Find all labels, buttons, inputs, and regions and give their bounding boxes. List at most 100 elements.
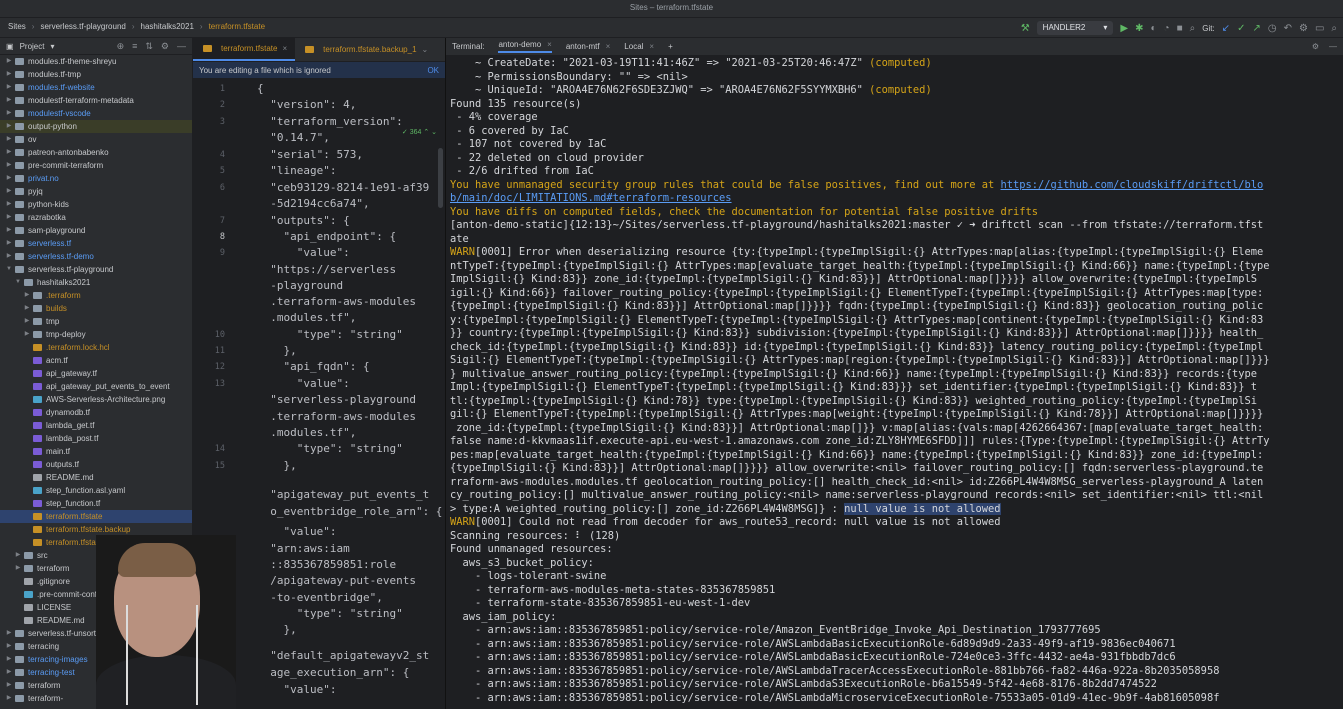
chevron-right-icon[interactable]: ▶ xyxy=(23,302,31,315)
chevron-right-icon[interactable]: ▶ xyxy=(5,159,13,172)
project-tree-item[interactable]: ▶ razrabotka xyxy=(0,211,192,224)
rollback-icon[interactable]: ↶ xyxy=(1284,22,1292,35)
chevron-right-icon[interactable]: ▶ xyxy=(5,120,13,133)
breadcrumb-item[interactable]: hashitalks2021 xyxy=(141,22,194,31)
project-tree-item[interactable]: ▼ hashitalks2021 xyxy=(0,276,192,289)
chevron-right-icon[interactable]: ▶ xyxy=(5,146,13,159)
git-push-icon[interactable]: ↗ xyxy=(1252,22,1260,35)
debug-icon[interactable]: ✱ xyxy=(1135,22,1143,35)
profile-icon[interactable]: ◔ xyxy=(1164,22,1170,35)
close-icon[interactable]: × xyxy=(282,44,287,53)
chevron-right-icon[interactable]: ▶ xyxy=(5,640,13,653)
chevron-down-icon[interactable]: ⌄ xyxy=(422,45,429,54)
project-tree-item[interactable]: ▶ pyjq xyxy=(0,185,192,198)
project-tree-item[interactable]: ▶ output-python xyxy=(0,120,192,133)
project-tree-item[interactable]: main.tf xyxy=(0,445,192,458)
chevron-right-icon[interactable]: ▶ xyxy=(23,289,31,302)
terminal-output[interactable]: ~ CreateDate: "2021-03-19T11:41:46Z" => … xyxy=(450,57,1340,705)
project-tree-item[interactable]: dynamodb.tf xyxy=(0,406,192,419)
chevron-right-icon[interactable]: ▶ xyxy=(5,224,13,237)
project-tree-item[interactable]: ▶ serverless.tf-demo xyxy=(0,250,192,263)
stop-icon[interactable]: ■ xyxy=(1177,22,1183,35)
breadcrumb-item[interactable]: Sites xyxy=(8,22,26,31)
project-tree-item[interactable]: ▶ pre-commit-terraform xyxy=(0,159,192,172)
project-tree-item[interactable]: ▶ python-kids xyxy=(0,198,192,211)
coverage-icon[interactable]: ◐ xyxy=(1150,22,1156,35)
run-icon[interactable]: ▶ xyxy=(1120,22,1128,35)
project-tree-item[interactable]: lambda_get.tf xyxy=(0,419,192,432)
chevron-right-icon[interactable]: ▶ xyxy=(5,172,13,185)
gear-icon[interactable]: ⚙ xyxy=(1312,42,1319,51)
project-tree-item[interactable]: ▶ sam-playground xyxy=(0,224,192,237)
editor-tab[interactable]: terraform.tfstate × xyxy=(193,38,296,61)
layout-icon[interactable]: ▭ xyxy=(1315,22,1324,35)
locate-icon[interactable]: ⊕ xyxy=(117,41,125,52)
project-tree-item[interactable]: ▶ modulestf-vscode xyxy=(0,107,192,120)
editor-tab[interactable]: terraform.tfstate.backup_1 ⌄ xyxy=(295,38,436,61)
git-update-icon[interactable]: ↙ xyxy=(1222,22,1230,35)
chevron-right-icon[interactable]: ▶ xyxy=(5,237,13,250)
chevron-right-icon[interactable]: ▶ xyxy=(5,666,13,679)
minimize-icon[interactable]: — xyxy=(1329,42,1337,51)
project-tree-item[interactable]: ▶ ov xyxy=(0,133,192,146)
add-tab-icon[interactable]: + xyxy=(668,42,673,51)
close-icon[interactable]: × xyxy=(606,42,611,51)
chevron-down-icon[interactable]: ▼ xyxy=(5,263,13,276)
terminal-tab[interactable]: anton-mtf × xyxy=(566,42,610,51)
chevron-right-icon[interactable]: ▶ xyxy=(5,133,13,146)
chevron-right-icon[interactable]: ▶ xyxy=(23,328,31,341)
chevron-down-icon[interactable]: ▼ xyxy=(14,276,22,289)
minimize-icon[interactable]: — xyxy=(177,41,186,52)
project-tree-item[interactable]: ▶ tmp xyxy=(0,315,192,328)
expand-all-icon[interactable]: ⇅ xyxy=(145,41,153,52)
git-commit-icon[interactable]: ✓ xyxy=(1237,22,1245,35)
chevron-right-icon[interactable]: ▶ xyxy=(5,107,13,120)
project-tree-item[interactable]: step_function.asl.yaml xyxy=(0,484,192,497)
project-tree-item[interactable]: ▶ builds xyxy=(0,302,192,315)
chevron-right-icon[interactable]: ▶ xyxy=(5,55,13,68)
chevron-down-icon[interactable]: ▾ xyxy=(50,42,54,51)
project-tree-item[interactable]: ▶ patreon-antonbabenko xyxy=(0,146,192,159)
project-tree-item[interactable]: ▶ tmp-deploy xyxy=(0,328,192,341)
settings-icon[interactable]: ⚙ xyxy=(1299,22,1308,35)
project-tree-item[interactable]: ▶ .terraform xyxy=(0,289,192,302)
chevron-right-icon[interactable]: ▶ xyxy=(23,315,31,328)
chevron-right-icon[interactable]: ▶ xyxy=(5,653,13,666)
chevron-right-icon[interactable]: ▶ xyxy=(5,679,13,692)
project-tree-item[interactable]: ▶ serverless.tf xyxy=(0,237,192,250)
project-tree-item[interactable]: acm.tf xyxy=(0,354,192,367)
project-tree-item[interactable]: api_gateway_put_events_to_event xyxy=(0,380,192,393)
breadcrumb-item[interactable]: serverless.tf-playground xyxy=(40,22,125,31)
terminal-tab[interactable]: Local × xyxy=(624,42,654,51)
chevron-right-icon[interactable]: ▶ xyxy=(5,211,13,224)
project-tree-item[interactable]: terraform.tfstate xyxy=(0,510,192,523)
project-tree-item[interactable]: ▼ serverless.tf-playground xyxy=(0,263,192,276)
chevron-right-icon[interactable]: ▶ xyxy=(14,562,22,575)
project-tree-item[interactable]: step_function.tf xyxy=(0,497,192,510)
editor-scrollbar[interactable] xyxy=(438,148,443,208)
chevron-right-icon[interactable]: ▶ xyxy=(5,250,13,263)
build-hammer-icon[interactable]: ⚒ xyxy=(1021,22,1030,35)
close-icon[interactable]: × xyxy=(547,40,552,49)
search-icon[interactable]: ⌕ xyxy=(1331,22,1337,35)
warning-ok-button[interactable]: OK xyxy=(427,66,439,75)
chevron-right-icon[interactable]: ▶ xyxy=(5,627,13,640)
chevron-right-icon[interactable]: ▶ xyxy=(14,549,22,562)
project-tree-item[interactable]: ▶ modules.tf-website xyxy=(0,81,192,94)
project-tree-item[interactable]: ▶ modules.tf-theme-shreyu xyxy=(0,55,192,68)
chevron-right-icon[interactable]: ▶ xyxy=(5,198,13,211)
history-icon[interactable]: ◷ xyxy=(1268,22,1277,35)
chevron-right-icon[interactable]: ▶ xyxy=(5,68,13,81)
chevron-right-icon[interactable]: ▶ xyxy=(5,94,13,107)
project-tree-item[interactable]: README.md xyxy=(0,471,192,484)
project-tree-item[interactable]: AWS-Serverless-Architecture.png xyxy=(0,393,192,406)
chevron-right-icon[interactable]: ▶ xyxy=(5,81,13,94)
project-tree-item[interactable]: .terraform.lock.hcl xyxy=(0,341,192,354)
inspection-widget[interactable]: ✓ 364 ⌃ ⌄ xyxy=(402,128,437,136)
project-tree-item[interactable]: ▶ modulestf-terraform-metadata xyxy=(0,94,192,107)
project-tree-item[interactable]: ▶ privat.no xyxy=(0,172,192,185)
project-tree-item[interactable]: api_gateway.tf xyxy=(0,367,192,380)
close-icon[interactable]: × xyxy=(649,42,654,51)
run-config-select[interactable]: HANDLER2 ▾ xyxy=(1036,21,1114,35)
project-tree-item[interactable]: lambda_post.tf xyxy=(0,432,192,445)
